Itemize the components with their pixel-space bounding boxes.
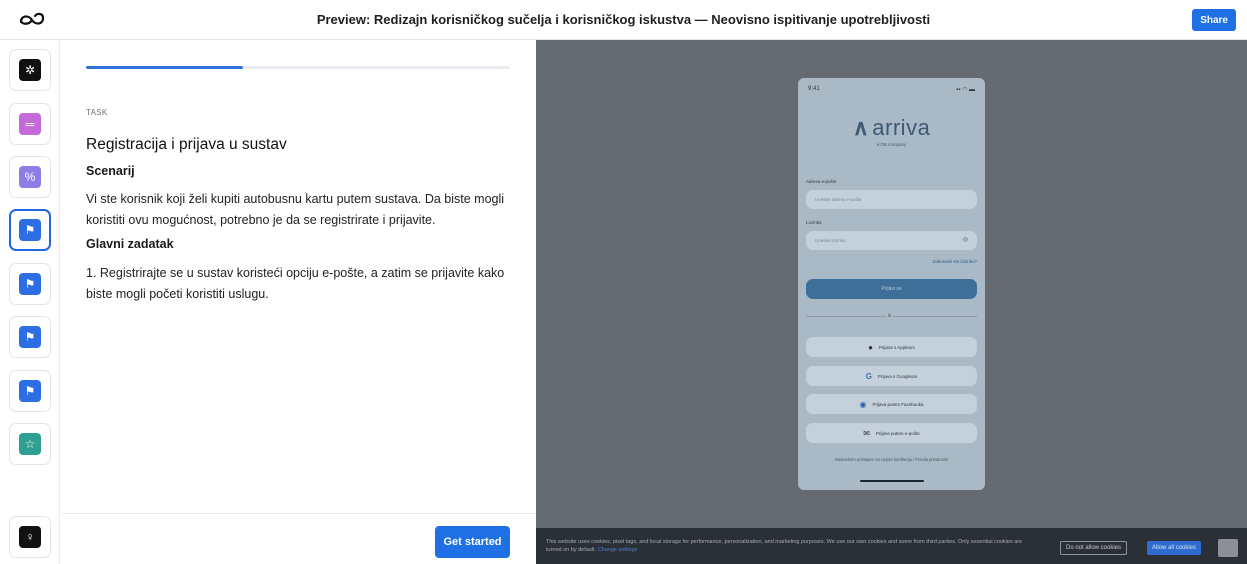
sidebar-item-task-2[interactable]: ⚑ (9, 263, 51, 305)
scenario-heading: Scenarij (86, 164, 135, 178)
sidebar-item-task-4[interactable]: ⚑ (9, 370, 51, 412)
mail-icon: ✉ (863, 428, 870, 438)
sidebar-item-welcome[interactable]: ✲ (9, 49, 51, 91)
eye-icon[interactable]: ◎ (963, 236, 968, 243)
signal-icon: ▪▪ ◠ ▬ (956, 87, 975, 93)
phone-screen: 9:41 ▪▪ ◠ ▬ ∧ arriva a DB company Adresa … (798, 78, 985, 490)
sidebar-item-help[interactable]: ♀ (9, 516, 51, 558)
flag-icon: ⚑ (19, 219, 41, 241)
login-button[interactable]: Prijavi se (806, 279, 977, 299)
facebook-login-button[interactable]: ◉ Prijava putem Facebooka (806, 394, 977, 414)
star-icon: ☆ (19, 433, 41, 455)
close-icon[interactable] (1218, 539, 1238, 557)
password-placeholder: Unesite lozinku (815, 238, 846, 243)
top-bar: Preview: Redizajn korisničkog sučelja i … (0, 0, 1247, 40)
task-label: TASK (86, 108, 108, 117)
progress-fill (86, 66, 243, 69)
password-label: Lozinka (806, 220, 822, 225)
gear-icon: ✲ (19, 59, 41, 81)
cookie-settings-link[interactable]: Change settings (598, 547, 638, 553)
flag-icon: ⚑ (19, 326, 41, 348)
percent-icon: % (19, 166, 41, 188)
home-indicator (860, 480, 924, 482)
email-field[interactable]: Unesite adresu e-pošte (806, 190, 977, 209)
share-button[interactable]: Share (1192, 9, 1236, 31)
cookie-text: This website uses cookies, pixel tags, a… (546, 539, 1023, 553)
status-time: 9:41 (808, 86, 820, 92)
sidebar-item-task-3[interactable]: ⚑ (9, 316, 51, 358)
allow-cookies-button[interactable]: Allow all cookies (1147, 541, 1202, 555)
sidebar-item-task-1[interactable]: ⚑ (9, 209, 51, 251)
terms-text[interactable]: Nastavkom pristajete na Uvjete korištenj… (818, 457, 965, 463)
divider (61, 513, 536, 514)
cookie-banner: This website uses cookies, pixel tags, a… (536, 528, 1247, 564)
text-lines-icon: ═ (19, 113, 41, 135)
or-label: ili (886, 313, 893, 318)
sidebar: ✲ ═ % ⚑ ⚑ ⚑ ⚑ ☆ ♀ (0, 40, 60, 564)
password-field[interactable]: Unesite lozinku ◎ (806, 231, 977, 250)
facebook-icon: ◉ (859, 399, 867, 409)
task-title: Registracija i prijava u sustav (86, 136, 287, 153)
apple-login-button[interactable]: ● Prijava s Appleom (806, 337, 977, 357)
prototype-preview: 9:41 ▪▪ ◠ ▬ ∧ arriva a DB company Adresa … (536, 40, 1247, 528)
sidebar-item-rating[interactable]: ☆ (9, 423, 51, 465)
progress-bar (86, 66, 510, 69)
sidebar-item-text[interactable]: ═ (9, 103, 51, 145)
google-login-button[interactable]: G Prijava s Googleom (806, 366, 977, 386)
forgot-password-link[interactable]: Zaboravili ste lozinku? (932, 259, 977, 264)
page-title: Preview: Redizajn korisničkog sučelja i … (316, 12, 931, 27)
flag-icon: ⚑ (19, 380, 41, 402)
scenario-text: Vi ste korisnik koji želi kupiti autobus… (86, 192, 505, 227)
main-task-heading: Glavni zadatak (86, 237, 174, 251)
sidebar-item-percent[interactable]: % (9, 156, 51, 198)
email-label: Adresa e-pošte (806, 179, 837, 184)
get-started-button[interactable]: Get started (435, 526, 510, 558)
google-icon: G (865, 371, 872, 381)
status-bar: 9:41 ▪▪ ◠ ▬ (808, 86, 975, 93)
email-login-button[interactable]: ✉ Prijava putem e-pošte (806, 423, 977, 443)
lightbulb-icon: ♀ (19, 526, 41, 548)
main-task-text: 1. Registrirajte se u sustav koristeći o… (86, 266, 505, 301)
deny-cookies-button[interactable]: Do not allow cookies (1060, 541, 1128, 555)
apple-icon: ● (868, 342, 873, 352)
brand-subtitle: a DB company (876, 142, 907, 147)
flag-icon: ⚑ (19, 273, 41, 295)
arriva-logo: ∧ arriva (852, 115, 931, 140)
task-panel: TASK Registracija i prijava u sustav Sce… (61, 40, 536, 564)
